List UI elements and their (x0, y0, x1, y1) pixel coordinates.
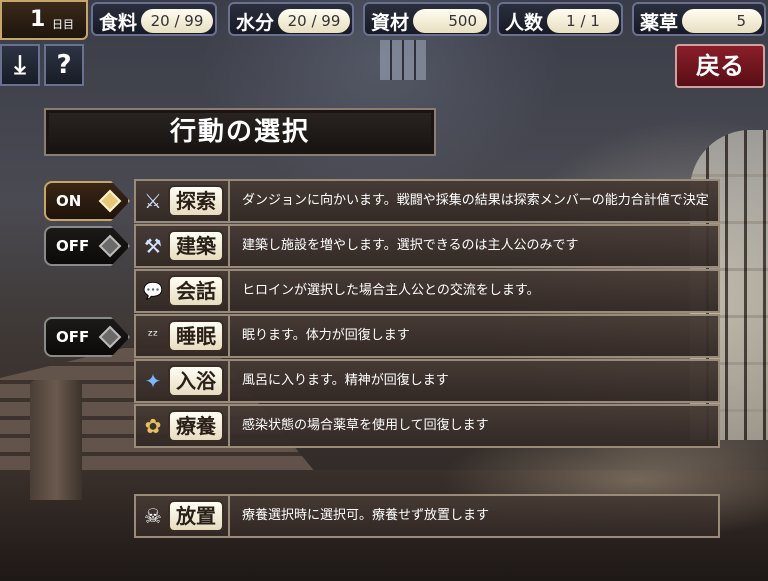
diamond-icon (98, 325, 122, 349)
action-row-talk[interactable]: 💬 会話 ヒロインが選択した場合主人公との交流をします。 (134, 269, 720, 313)
sleep-icon: ᶻᶻ (147, 328, 159, 344)
sleep-toggle-label: OFF (56, 328, 90, 346)
background-upper-window (380, 40, 426, 80)
row-divider (228, 406, 230, 446)
explore-toggle-label: ON (56, 192, 82, 210)
background-pillar (30, 380, 82, 500)
action-row-idle[interactable]: ☠ 放置 療養選択時に選択可。療養せず放置します (134, 494, 720, 538)
day-number: 1 (30, 7, 46, 32)
action-desc-explore: ダンジョンに向かいます。戦闘や採集の結果は探索メンバーの能力合計値で決定 (242, 193, 709, 208)
row-divider (228, 496, 230, 536)
row-divider (228, 361, 230, 401)
food-label: 食料 (99, 12, 138, 34)
action-label-rest: 療養 (168, 410, 224, 442)
help-button[interactable]: ? (44, 44, 84, 86)
day-unit: 日目 (52, 18, 74, 31)
people-value: 1 / 1 (547, 9, 619, 33)
row-divider (228, 181, 230, 221)
diamond-icon (98, 189, 122, 213)
water-value: 20 / 99 (278, 9, 350, 33)
water-resource: 水分 20 / 99 (228, 2, 354, 36)
action-row-build[interactable]: ⚒ 建築 建築し施設を増やします。選択できるのは主人公のみです (134, 224, 720, 268)
herb-icon: ✿ (144, 414, 162, 438)
page-title: 行動の選択 (44, 108, 436, 156)
bath-icon: ✦ (144, 369, 162, 393)
action-label-explore: 探索 (168, 185, 224, 217)
row-divider (228, 316, 230, 356)
materials-label: 資材 (371, 12, 410, 34)
water-label: 水分 (236, 12, 275, 34)
day-counter: 1 日目 (0, 0, 88, 40)
food-value: 20 / 99 (141, 9, 213, 33)
hammer-icon: ⚒ (144, 234, 162, 258)
action-desc-build: 建築し施設を増やします。選択できるのは主人公のみです (242, 238, 579, 253)
herbs-resource: 薬草 5 (632, 2, 766, 36)
action-label-talk: 会話 (168, 275, 224, 307)
row-divider (228, 226, 230, 266)
action-desc-idle: 療養選択時に選択可。療養せず放置します (242, 508, 490, 523)
action-row-bath[interactable]: ✦ 入浴 風呂に入ります。精神が回復します (134, 359, 720, 403)
row-divider (228, 271, 230, 311)
action-label-build: 建築 (168, 230, 224, 262)
materials-value: 500 (413, 9, 487, 33)
build-toggle[interactable]: OFF (44, 226, 130, 266)
back-button[interactable]: 戻る (675, 44, 765, 88)
explore-toggle[interactable]: ON (44, 181, 130, 221)
action-desc-bath: 風呂に入ります。精神が回復します (242, 373, 449, 388)
action-row-sleep[interactable]: ᶻᶻ 睡眠 眠ります。体力が回復します (134, 314, 720, 358)
save-button[interactable]: ⤓ (0, 44, 40, 86)
sword-icon: ⚔ (144, 189, 162, 213)
materials-resource: 資材 500 (363, 2, 491, 36)
action-label-sleep: 睡眠 (168, 320, 224, 352)
herbs-label: 薬草 (640, 12, 679, 34)
action-desc-sleep: 眠ります。体力が回復します (242, 328, 410, 343)
people-label: 人数 (505, 12, 544, 34)
action-row-explore[interactable]: ⚔ 探索 ダンジョンに向かいます。戦闘や採集の結果は探索メンバーの能力合計値で決… (134, 179, 720, 223)
action-desc-rest: 感染状態の場合薬草を使用して回復します (242, 418, 489, 433)
action-label-idle: 放置 (168, 500, 224, 532)
food-resource: 食料 20 / 99 (91, 2, 217, 36)
people-resource: 人数 1 / 1 (497, 2, 623, 36)
action-label-bath: 入浴 (168, 365, 224, 397)
chat-icon: 💬 (143, 281, 163, 300)
resource-bar: 1 日目 食料 20 / 99 水分 20 / 99 資材 500 人数 1 /… (0, 0, 768, 40)
herbs-value: 5 (682, 9, 762, 33)
download-icon: ⤓ (14, 50, 26, 80)
action-desc-talk: ヒロインが選択した場合主人公との交流をします。 (242, 283, 540, 298)
skull-icon: ☠ (144, 504, 162, 528)
action-row-rest[interactable]: ✿ 療養 感染状態の場合薬草を使用して回復します (134, 404, 720, 448)
diamond-icon (98, 234, 122, 258)
build-toggle-label: OFF (56, 237, 90, 255)
